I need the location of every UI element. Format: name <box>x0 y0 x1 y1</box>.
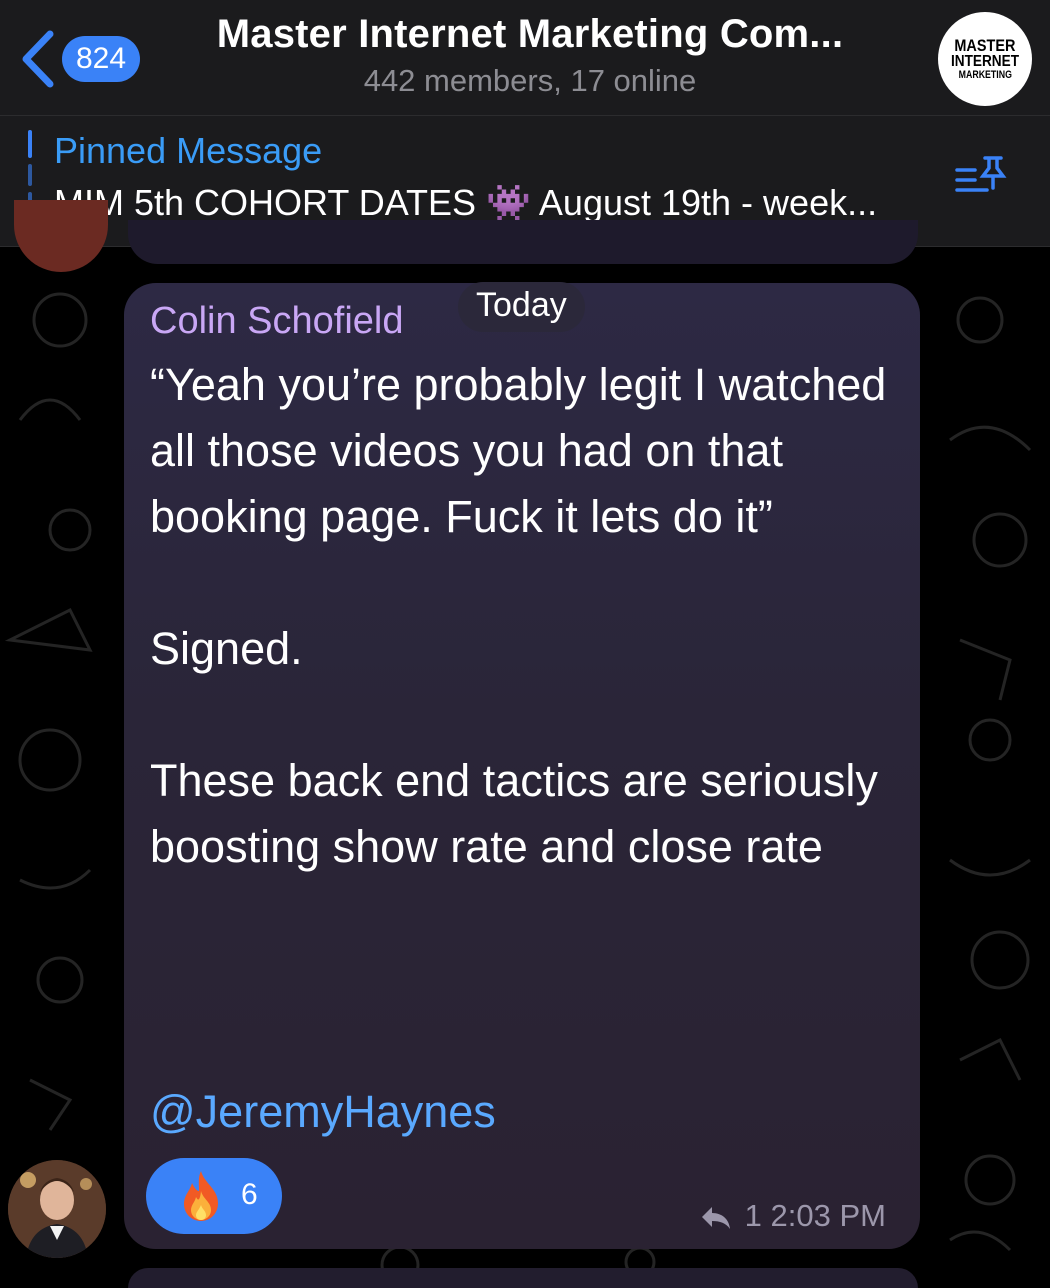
unread-count-badge: 824 <box>62 36 141 82</box>
fire-emoji-icon <box>184 1171 218 1221</box>
back-button[interactable]: 824 <box>18 30 158 88</box>
pinned-list-icon[interactable] <box>955 154 1011 200</box>
chat-header: 824 Master Internet Marketing Com... 442… <box>0 0 1050 116</box>
message-text: “Yeah you’re probably legit I watched al… <box>150 359 887 872</box>
member-count: 442 members, 17 online <box>363 63 697 98</box>
chat-title-block[interactable]: Master Internet Marketing Com... 442 mem… <box>170 12 890 99</box>
message-time: 2:03 PM <box>770 1198 886 1233</box>
sender-name[interactable]: Colin Schofield <box>150 300 403 343</box>
reaction-button[interactable]: 6 <box>146 1158 282 1234</box>
logo-text-line: MARKETING <box>958 69 1012 81</box>
pinned-label: Pinned Message <box>54 130 323 171</box>
pinned-text: MIM 5th COHORT DATES 👾 August 19th - wee… <box>54 182 878 223</box>
message-meta: 1 2:03 PM <box>700 1198 886 1234</box>
logo-text-line: INTERNET <box>951 53 1019 70</box>
reaction-count: 6 <box>241 1178 258 1211</box>
reply-count[interactable]: 1 <box>745 1198 762 1233</box>
mention-link[interactable]: @JeremyHaynes <box>150 1086 496 1138</box>
date-separator: Today <box>458 282 585 332</box>
chat-title: Master Internet Marketing Com... <box>216 12 844 56</box>
reply-icon[interactable] <box>700 1205 732 1231</box>
next-message-bubble <box>128 1268 918 1288</box>
avatar[interactable] <box>8 1160 106 1258</box>
user-photo-icon <box>8 1160 106 1258</box>
chevron-left-icon <box>22 30 54 88</box>
previous-message-bubble <box>128 220 918 264</box>
group-avatar[interactable]: MASTER INTERNET MARKETING <box>938 12 1032 106</box>
logo-text-line: MASTER <box>954 36 1016 55</box>
